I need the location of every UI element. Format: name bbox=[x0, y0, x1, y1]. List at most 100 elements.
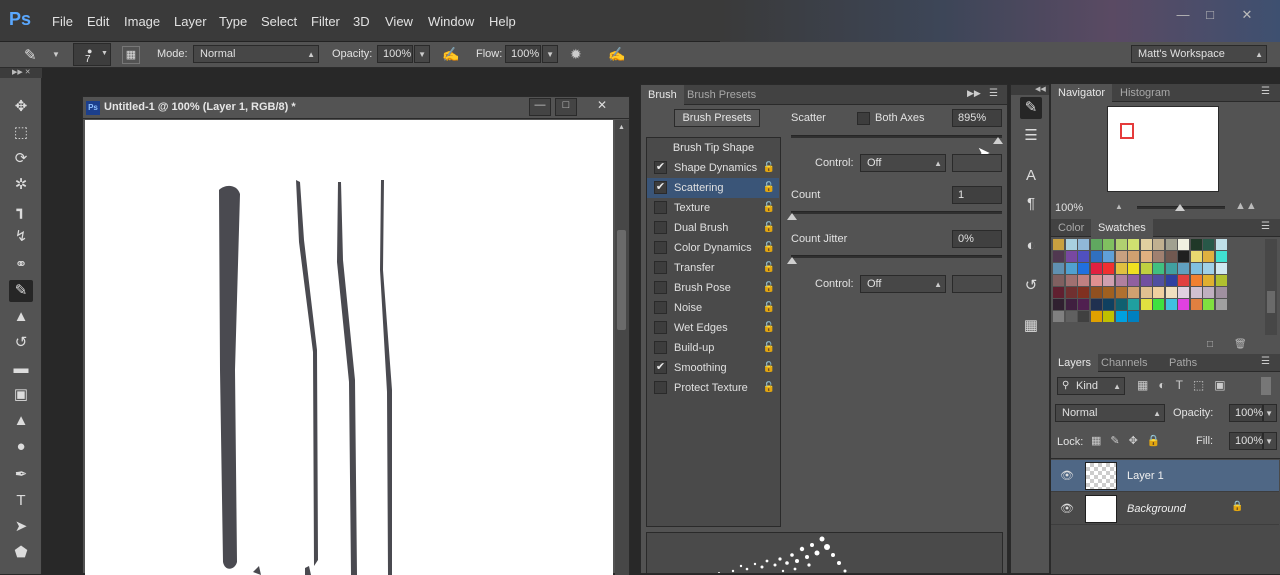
adjustments-icon[interactable]: ◐ bbox=[1020, 235, 1042, 257]
menu-help[interactable]: Help bbox=[489, 14, 516, 29]
flow-slider-toggle[interactable]: ▼ bbox=[542, 45, 558, 63]
checkbox[interactable] bbox=[654, 261, 667, 274]
history-icon[interactable]: ↺ bbox=[1020, 275, 1042, 297]
swatch[interactable] bbox=[1103, 287, 1114, 298]
swatch[interactable] bbox=[1090, 287, 1102, 298]
swatch[interactable] bbox=[1190, 263, 1202, 274]
swatch[interactable] bbox=[1178, 263, 1189, 274]
swatch[interactable] bbox=[1078, 263, 1089, 274]
swatch[interactable] bbox=[1103, 263, 1114, 274]
swatch[interactable] bbox=[1078, 299, 1089, 310]
swatch[interactable] bbox=[1078, 251, 1089, 262]
scatter-slider-thumb[interactable] bbox=[992, 137, 1003, 144]
close-icon[interactable]: ✕ bbox=[1234, 6, 1260, 24]
swatch[interactable] bbox=[1203, 251, 1214, 262]
delete-swatch-icon[interactable]: 🗑 bbox=[1234, 339, 1247, 350]
lock-icon[interactable]: 🔓 bbox=[763, 358, 775, 378]
type-tool-icon[interactable]: T bbox=[9, 490, 33, 512]
swatch[interactable] bbox=[1103, 275, 1114, 286]
brush-panel-icon[interactable]: ✎ bbox=[1020, 97, 1042, 119]
layer-name[interactable]: Background bbox=[1127, 503, 1186, 515]
checkbox[interactable] bbox=[654, 221, 667, 234]
canvas[interactable] bbox=[85, 120, 613, 575]
swatch[interactable] bbox=[1178, 287, 1189, 298]
fill-input[interactable]: 100% bbox=[1229, 432, 1263, 450]
pen-tool-icon[interactable]: ✒ bbox=[9, 464, 33, 486]
swatch[interactable] bbox=[1065, 251, 1077, 262]
brush-setting-wet-edges[interactable]: Wet Edges 🔓 bbox=[647, 318, 779, 338]
swatch[interactable] bbox=[1115, 287, 1127, 298]
menu-3d[interactable]: 3D bbox=[353, 14, 370, 29]
lock-icon[interactable]: 🔓 bbox=[763, 178, 775, 198]
jitter-control-select[interactable]: Off ▲ bbox=[860, 275, 946, 293]
brush-setting-color-dynamics[interactable]: Color Dynamics 🔓 bbox=[647, 238, 779, 258]
tab-navigator[interactable]: Navigator bbox=[1051, 84, 1113, 102]
swatch[interactable] bbox=[1165, 251, 1177, 262]
eraser-tool-icon[interactable]: ▬ bbox=[9, 358, 33, 380]
checkbox[interactable] bbox=[654, 301, 667, 314]
brush-tool-preset-icon[interactable]: ✎ bbox=[24, 46, 37, 64]
gradient-tool-icon[interactable]: ▣ bbox=[9, 384, 33, 406]
swatch[interactable] bbox=[1090, 275, 1102, 286]
layer-opacity-toggle[interactable]: ▼ bbox=[1263, 404, 1277, 422]
swatch[interactable] bbox=[1115, 251, 1127, 262]
swatches-menu-icon[interactable]: ☰ bbox=[1261, 221, 1270, 232]
swatch[interactable] bbox=[1103, 251, 1114, 262]
dodge-tool-icon[interactable]: ● bbox=[9, 436, 33, 458]
document-title-bar[interactable]: Ps Untitled-1 @ 100% (Layer 1, RGB/8) * … bbox=[83, 97, 629, 119]
layer-filter-select[interactable]: ⚲ Kind ▲ bbox=[1057, 377, 1125, 395]
swatch[interactable] bbox=[1115, 263, 1127, 274]
swatch[interactable] bbox=[1165, 239, 1177, 250]
swatch[interactable] bbox=[1103, 311, 1114, 322]
tab-brush-presets[interactable]: Brush Presets bbox=[680, 85, 763, 105]
tab-color[interactable]: Color bbox=[1051, 219, 1091, 237]
swatch[interactable] bbox=[1090, 239, 1102, 250]
swatch[interactable] bbox=[1140, 239, 1152, 250]
swatch[interactable] bbox=[1128, 287, 1139, 298]
both-axes-checkbox[interactable] bbox=[857, 112, 870, 125]
navigator-preview[interactable] bbox=[1107, 106, 1219, 192]
swatch[interactable] bbox=[1065, 299, 1077, 310]
swatch[interactable] bbox=[1128, 299, 1139, 310]
brush-setting-protect-texture[interactable]: Protect Texture 🔓 bbox=[647, 378, 779, 398]
swatch[interactable] bbox=[1140, 263, 1152, 274]
swatch[interactable] bbox=[1128, 311, 1139, 322]
tab-channels[interactable]: Channels bbox=[1094, 354, 1154, 372]
swatch[interactable] bbox=[1190, 287, 1202, 298]
menu-edit[interactable]: Edit bbox=[87, 14, 109, 29]
menu-type[interactable]: Type bbox=[219, 14, 247, 29]
shape-tool-icon[interactable]: ⬟ bbox=[9, 542, 33, 564]
swatch[interactable] bbox=[1153, 263, 1164, 274]
swatch[interactable] bbox=[1103, 239, 1114, 250]
swatch[interactable] bbox=[1203, 299, 1214, 310]
swatch[interactable] bbox=[1140, 275, 1152, 286]
swatch[interactable] bbox=[1053, 263, 1064, 274]
mode-select[interactable]: Normal ▲ bbox=[193, 45, 319, 63]
swatch[interactable] bbox=[1115, 299, 1127, 310]
swatch[interactable] bbox=[1078, 287, 1089, 298]
chevron-down-icon[interactable]: ▼ bbox=[52, 50, 60, 59]
tab-swatches[interactable]: Swatches bbox=[1091, 219, 1153, 237]
layer-blend-select[interactable]: Normal ▲ bbox=[1055, 404, 1165, 422]
menu-window[interactable]: Window bbox=[428, 14, 474, 29]
zoom-out-icon[interactable]: ▲ bbox=[1115, 202, 1123, 211]
lasso-tool-icon[interactable]: ⟳ bbox=[9, 148, 33, 170]
swatch[interactable] bbox=[1128, 239, 1139, 250]
menu-layer[interactable]: Layer bbox=[174, 14, 207, 29]
panel-menu-icon[interactable]: ☰ bbox=[989, 88, 998, 99]
lock-icon[interactable]: 🔓 bbox=[763, 378, 775, 398]
swatch[interactable] bbox=[1090, 263, 1102, 274]
lock-icon[interactable]: 🔓 bbox=[763, 278, 775, 298]
lock-icon[interactable]: 🔓 bbox=[763, 318, 775, 338]
brush-setting-brush-pose[interactable]: Brush Pose 🔓 bbox=[647, 278, 779, 298]
swatch[interactable] bbox=[1065, 311, 1077, 322]
brush-setting-shape-dynamics[interactable]: ✔ Shape Dynamics 🔓 bbox=[647, 158, 779, 178]
swatch[interactable] bbox=[1115, 275, 1127, 286]
tab-paths[interactable]: Paths bbox=[1162, 354, 1204, 372]
scroll-thumb[interactable] bbox=[617, 230, 626, 330]
swatch[interactable] bbox=[1140, 251, 1152, 262]
count-jitter-slider-thumb[interactable] bbox=[787, 257, 797, 264]
swatch[interactable] bbox=[1215, 287, 1227, 298]
navigator-zoom-value[interactable]: 100% bbox=[1055, 202, 1083, 214]
opacity-input[interactable]: 100% bbox=[377, 45, 413, 63]
